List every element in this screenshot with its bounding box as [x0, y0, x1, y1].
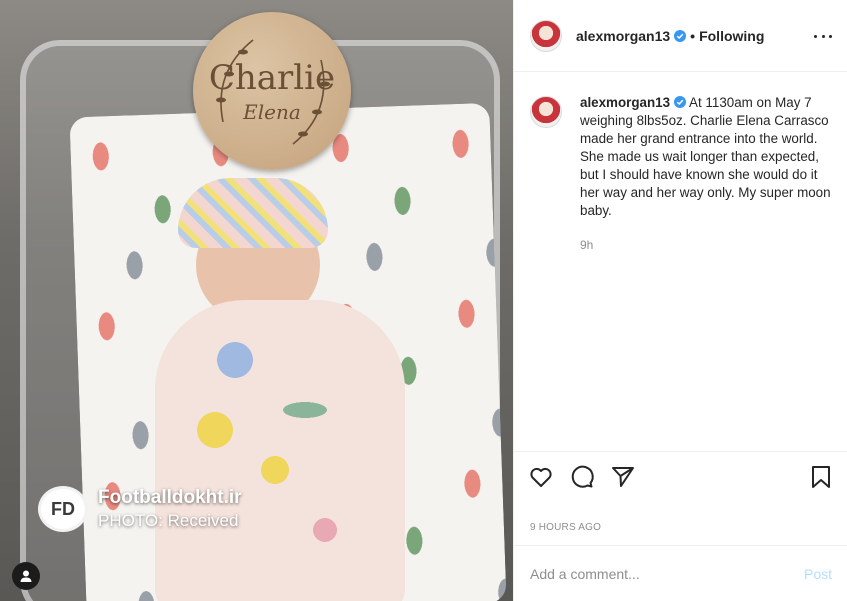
post-comment-button[interactable]: Post: [804, 566, 832, 582]
floral-swaddle: [155, 300, 405, 601]
watermark: FD Footballdokht.ir PHOTO: Received: [38, 486, 242, 532]
avatar[interactable]: [530, 19, 562, 52]
wreath-decoration: [216, 39, 330, 145]
caption-text: At 1130am on May 7 weighing 8lbs5oz. Cha…: [580, 95, 831, 218]
heart-icon[interactable]: [528, 464, 554, 490]
action-bar: [514, 451, 847, 499]
post-photo[interactable]: Charlie Elena FD Footballdokht.ir PHOTO:…: [0, 0, 513, 601]
header-username[interactable]: alexmorgan13: [576, 28, 670, 44]
post-side-panel: alexmorgan13 • Following alexmorgan13 At…: [513, 0, 847, 601]
watermark-logo: FD: [38, 486, 88, 532]
comment-input[interactable]: [530, 565, 804, 582]
send-icon[interactable]: [610, 464, 636, 490]
comment-icon[interactable]: [569, 464, 595, 490]
watermark-brand: Footballdokht.ir: [98, 487, 242, 508]
caption-timestamp[interactable]: 9h: [580, 238, 836, 252]
separator-dot: •: [690, 27, 696, 44]
verified-badge-icon: [674, 29, 687, 42]
post-timestamp[interactable]: 9 HOURS AGO: [530, 522, 601, 533]
bookmark-icon[interactable]: [808, 464, 834, 490]
more-options-icon[interactable]: [814, 28, 832, 44]
user-tag-icon[interactable]: [12, 562, 40, 590]
post-header: alexmorgan13 • Following: [514, 0, 847, 72]
watermark-credit: PHOTO: Received: [98, 511, 239, 530]
caption: alexmorgan13 At 1130am on May 7 weighing…: [530, 94, 836, 252]
following-button[interactable]: Following: [699, 28, 764, 44]
caption-username[interactable]: alexmorgan13: [580, 95, 670, 110]
floral-headband: [178, 178, 328, 248]
caption-avatar[interactable]: [530, 96, 562, 128]
name-sign: Charlie Elena: [193, 12, 351, 170]
comment-bar: Post: [514, 545, 847, 601]
verified-badge-icon: [674, 96, 687, 108]
